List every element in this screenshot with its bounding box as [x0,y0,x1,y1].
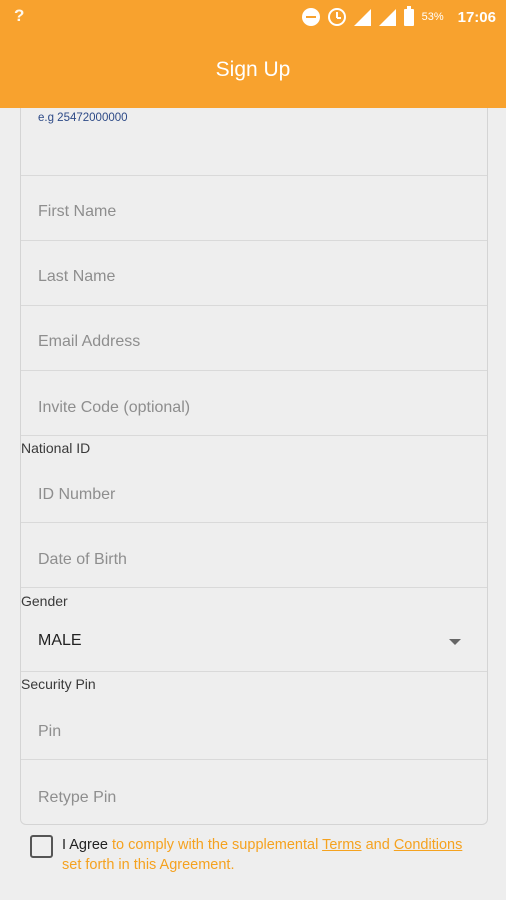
agreement-text-before: to comply with the supplemental [107,837,323,853]
app-bar: ? R 4G 53% 17:06 Sign Up [0,0,506,108]
battery-icon [403,5,414,26]
security-pin-label: Security Pin [21,676,96,692]
dob-placeholder: Date of Birth [38,551,127,568]
alarm-icon [327,8,346,26]
gender-select[interactable]: MALE [21,611,487,672]
conditions-link[interactable]: Conditions [394,837,463,853]
terms-link[interactable]: Terms [322,837,361,853]
network-question-icon: ? [14,6,25,25]
pin-placeholder: Pin [38,723,62,740]
status-icons: R 4G 53% 17:06 [301,5,496,28]
gender-label: Gender [21,593,68,609]
signal-r-icon: R [353,8,371,26]
last-name-placeholder: Last Name [38,268,116,285]
phone-field[interactable]: e.g 25472000000 [21,108,487,176]
national-id-label: National ID [21,440,91,456]
chevron-down-icon[interactable] [449,639,461,645]
status-bar: ? R 4G 53% 17:06 [0,0,506,32]
invite-code-field[interactable]: Invite Code (optional) [21,371,487,436]
pin-field[interactable]: Pin [21,694,487,760]
last-name-field[interactable]: Last Name [21,241,487,306]
email-field[interactable]: Email Address [21,306,487,371]
battery-percent: 53% [421,11,444,23]
retype-pin-placeholder: Retype Pin [38,789,117,806]
agreement-text-and: and [361,837,394,853]
first-name-field[interactable]: First Name [21,176,487,241]
gender-value: MALE [38,632,82,649]
do-not-disturb-icon [301,8,320,26]
id-number-field[interactable]: ID Number [21,458,487,523]
dob-field[interactable]: Date of Birth [21,523,487,588]
agree-label[interactable]: I Agree [62,837,108,853]
agreement-text-after: set forth in this Agreement. [62,856,235,873]
phone-hint: e.g 25472000000 [38,112,128,124]
id-number-placeholder: ID Number [38,486,116,503]
email-placeholder: Email Address [38,333,141,350]
retype-pin-field[interactable]: Retype Pin [21,760,487,824]
invite-code-placeholder: Invite Code (optional) [38,399,191,416]
page-title: Sign Up [215,58,291,81]
first-name-placeholder: First Name [38,203,117,220]
agreement-text: I Agree to comply with the supplemental … [62,836,472,875]
signup-form: e.g 25472000000 First Name Last Name Ema… [20,108,488,825]
agree-checkbox[interactable] [30,835,53,858]
status-time: 17:06 [457,8,496,26]
signal-4g-icon: 4G [378,8,396,26]
